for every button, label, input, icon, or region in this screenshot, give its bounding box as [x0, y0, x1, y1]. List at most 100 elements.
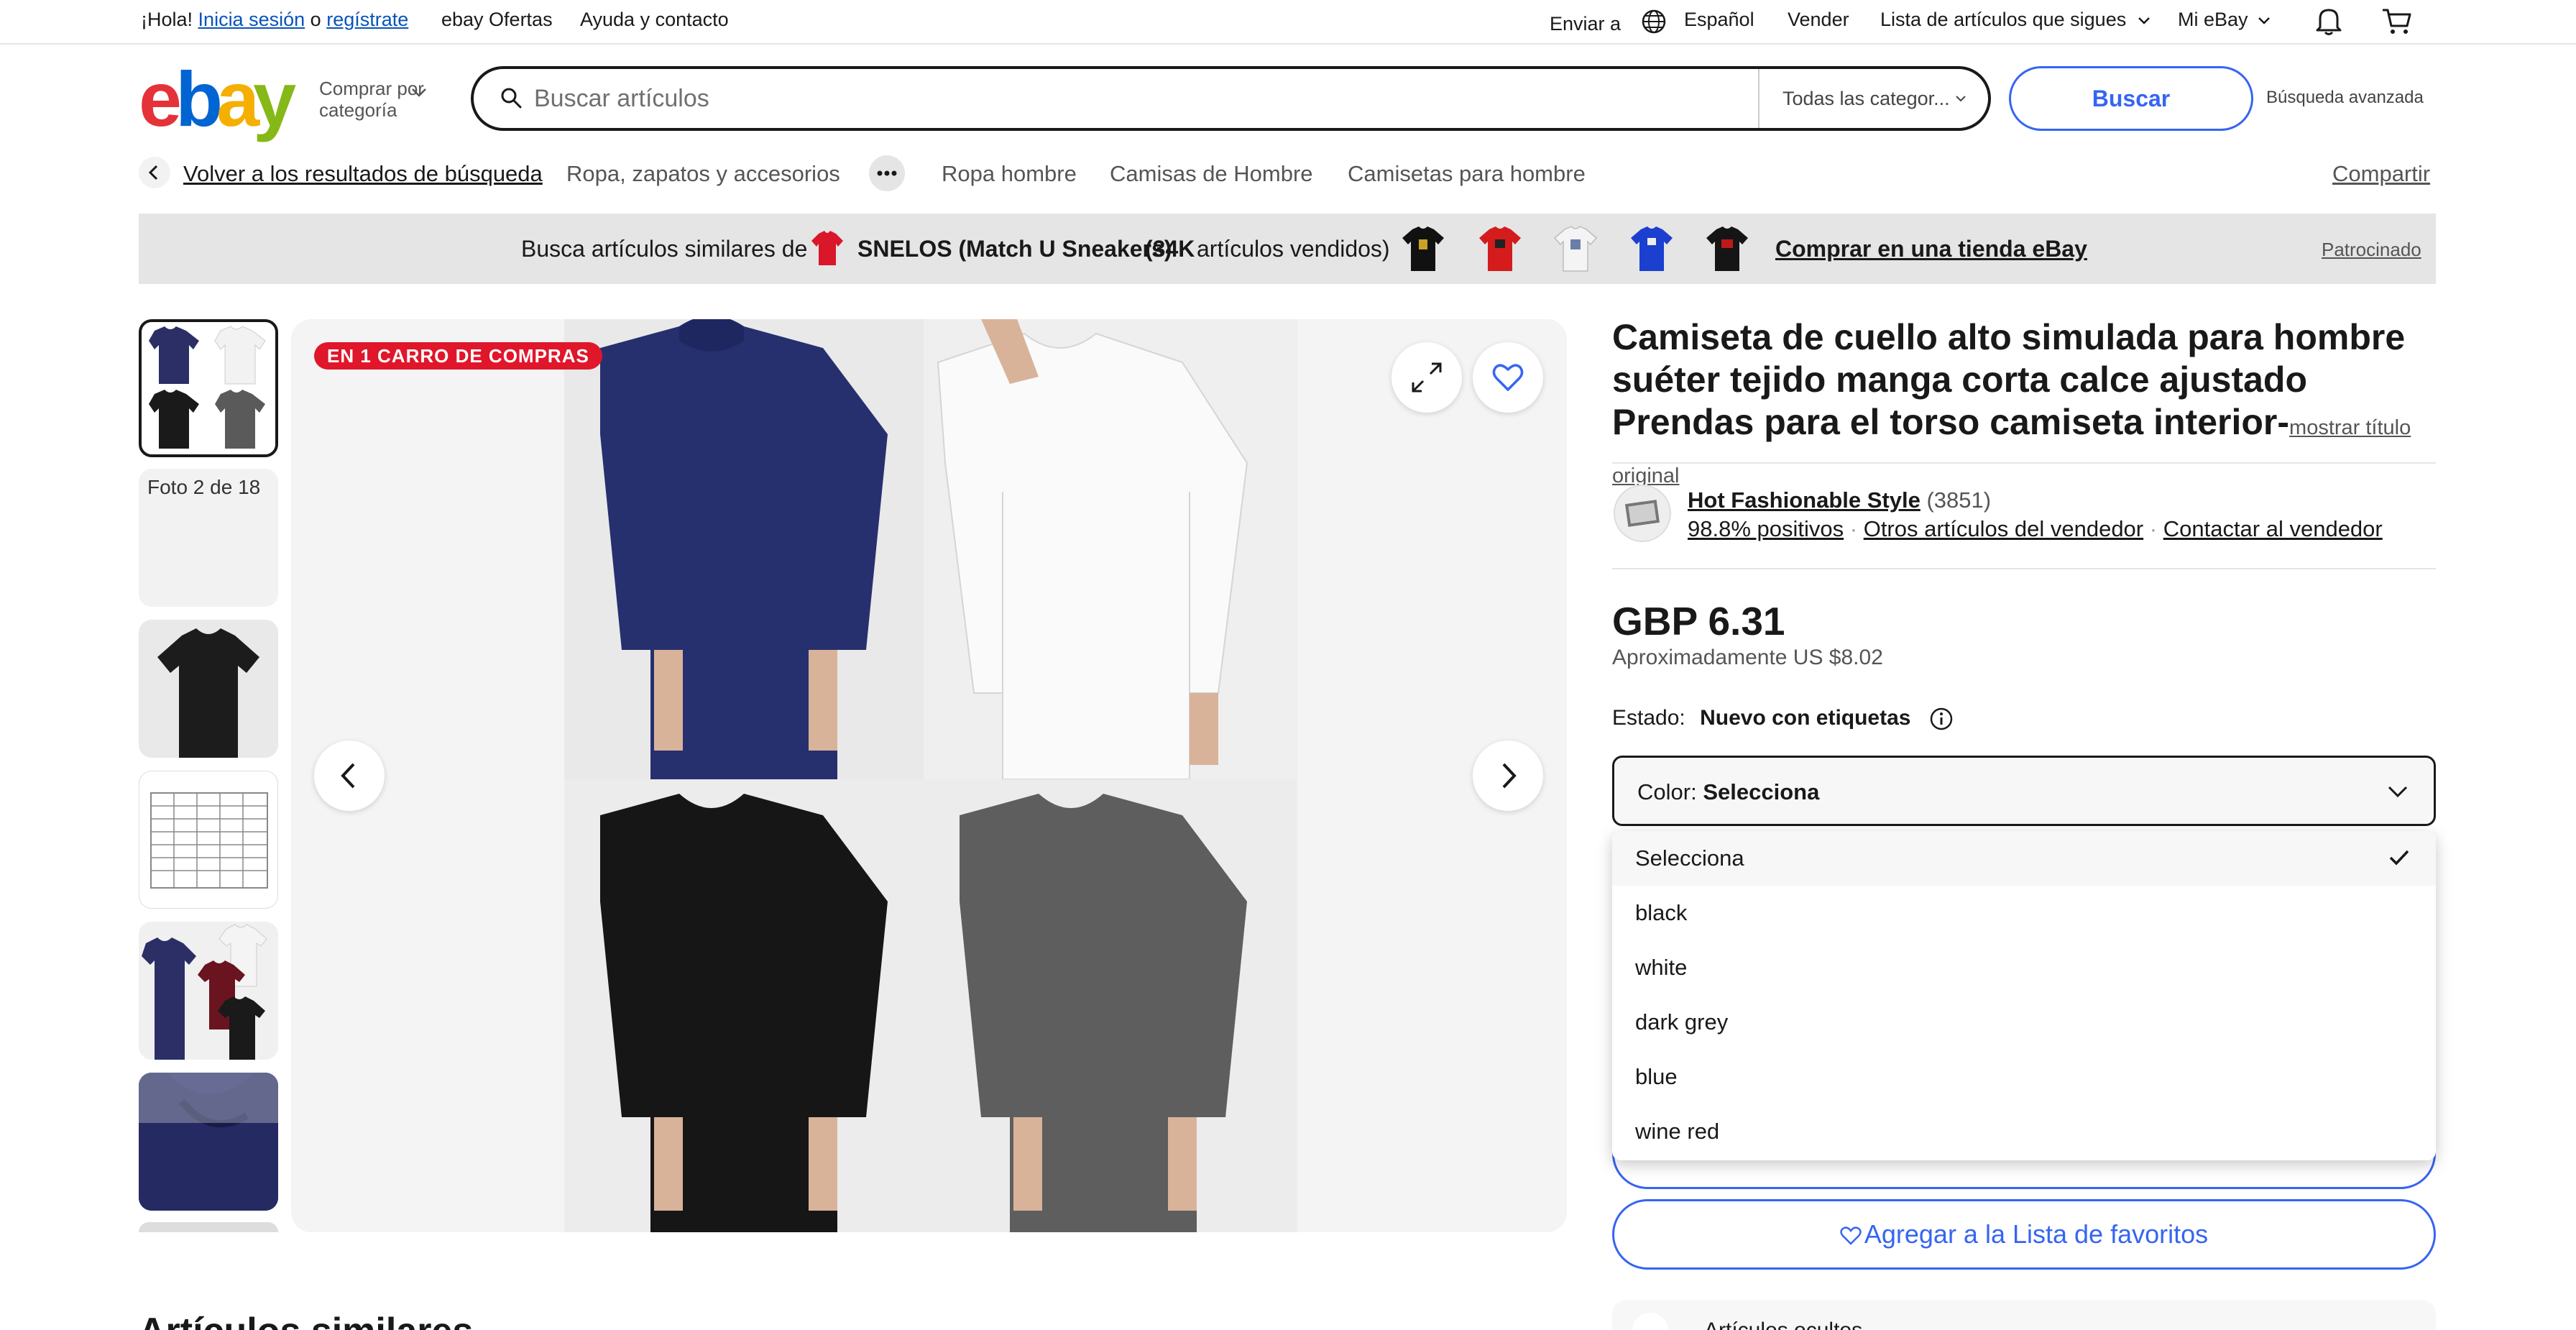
price: GBP 6.31 — [1612, 599, 1785, 643]
color-option-label: blue — [1635, 1064, 1678, 1089]
product-thumb-blue-shirt[interactable] — [1625, 222, 1678, 275]
divider — [1612, 568, 2436, 569]
search-button[interactable]: Buscar — [2009, 66, 2253, 131]
ship-to-link[interactable]: Enviar a — [1550, 13, 1621, 35]
product-thumb-red-shirt[interactable] — [1473, 222, 1527, 275]
contact-seller-link[interactable]: Contactar al vendedor — [2163, 516, 2383, 541]
color-option-black[interactable]: black — [1612, 886, 2436, 940]
color-option-white[interactable]: white — [1612, 940, 2436, 995]
color-option-blue[interactable]: blue — [1612, 1050, 2436, 1104]
chevron-down-icon — [2258, 17, 2271, 25]
share-link[interactable]: Compartir — [2332, 161, 2430, 187]
sponsored-label[interactable]: Patrocinado — [2322, 239, 2421, 261]
similar-items-heading: Artículos similares — [139, 1310, 473, 1330]
photo-counter: Foto 2 de 18 — [147, 476, 261, 498]
main-product-image[interactable]: EN 1 CARRO DE COMPRAS — [291, 319, 1567, 1232]
condition-value: Nuevo con etiquetas — [1700, 706, 1911, 730]
logo-letter-b: b — [175, 55, 223, 142]
top-bar: ¡Hola! Inicia sesión o regístrate ebay O… — [0, 0, 2576, 45]
in-cart-badge: EN 1 CARRO DE COMPRAS — [314, 342, 602, 370]
bell-icon[interactable] — [2314, 6, 2343, 36]
sell-link[interactable]: Vender — [1788, 9, 1849, 31]
back-arrow-icon[interactable] — [139, 157, 170, 188]
sold-count: (34K — [1145, 236, 1195, 262]
separator-dot: · — [2149, 516, 2158, 541]
heart-icon[interactable] — [1473, 342, 1543, 413]
watchlist-link[interactable]: Lista de artículos que sigues — [1880, 9, 2150, 31]
condition-label: Estado: — [1612, 706, 1685, 730]
store-name-link[interactable]: SNELOS (Match U Sneakers) — [857, 236, 1172, 262]
breadcrumb: Volver a los resultados de búsqueda Ropa… — [139, 155, 2439, 191]
shop-store-link[interactable]: Comprar en una tienda eBay — [1775, 236, 2087, 262]
seller-other-items-link[interactable]: Otros artículos del vendedor — [1864, 516, 2143, 541]
globe-icon[interactable] — [1641, 9, 1667, 35]
breadcrumb-item-tshirts[interactable]: Camisetas para hombre — [1348, 161, 1586, 187]
product-thumb-black-shirt[interactable] — [1397, 222, 1450, 275]
or-text: o — [310, 9, 321, 30]
shop-by-line2: categoría — [319, 99, 397, 121]
chevron-down-icon — [1955, 95, 1966, 102]
ebay-logo[interactable]: ebay — [139, 55, 311, 142]
cart-icon[interactable] — [2381, 7, 2413, 36]
color-value: Selecciona — [1703, 779, 1820, 804]
previous-image-button[interactable] — [314, 740, 385, 811]
seller-info: Hot Fashionable Style (3851) — [1688, 487, 1991, 513]
thumbnail-5[interactable] — [139, 922, 278, 1060]
color-option-label: wine red — [1635, 1119, 1720, 1144]
color-option-label: white — [1635, 955, 1688, 980]
more-dots-icon[interactable] — [869, 155, 905, 191]
seller-links: 98.8% positivos · Otros artículos del ve… — [1688, 516, 2383, 542]
info-icon[interactable] — [1928, 706, 1954, 732]
color-option-selecciona[interactable]: Selecciona — [1612, 831, 2436, 886]
logo-letter-e: e — [139, 55, 182, 142]
category-select-label: Todas las categor... — [1782, 88, 1950, 109]
seller-avatar[interactable] — [1614, 485, 1671, 542]
sponsored-store-banner: Busca artículos similares de SNELOS (Mat… — [139, 214, 2436, 284]
color-select-label: Color: Selecciona — [1637, 779, 1819, 805]
chevron-down-icon — [2138, 17, 2150, 25]
shop-by-category-button[interactable]: Comprar por categoría — [319, 78, 426, 121]
breadcrumb-item-clothing[interactable]: Ropa, zapatos y accesorios — [566, 161, 840, 187]
advanced-search-link[interactable]: Búsqueda avanzada — [2266, 88, 2424, 108]
color-option-wine-red[interactable]: wine red — [1612, 1104, 2436, 1159]
category-select[interactable]: Todas las categor... — [1758, 69, 1988, 128]
heart-icon — [1840, 1226, 1862, 1246]
expand-icon[interactable] — [1392, 342, 1462, 413]
my-ebay-link[interactable]: Mi eBay — [2178, 9, 2271, 31]
divider — [1612, 462, 2436, 464]
thumbnail-7-partial[interactable] — [139, 1222, 278, 1232]
register-link[interactable]: regístrate — [326, 9, 408, 30]
condition-row: Estado: Nuevo con etiquetas — [1612, 706, 1954, 732]
product-title: Camiseta de cuello alto simulada para ho… — [1612, 316, 2439, 497]
shipping-icon — [1632, 1313, 1668, 1330]
search-bar: Todas las categor... — [471, 66, 1991, 131]
search-input[interactable] — [534, 81, 1670, 116]
seller-feedback-count: (3851) — [1926, 487, 1992, 513]
language-link[interactable]: Español — [1684, 9, 1754, 31]
logo-letter-y: y — [253, 55, 296, 142]
product-title-text: Camiseta de cuello alto simulada para ho… — [1612, 317, 2406, 442]
back-to-results-link[interactable]: Volver a los resultados de búsqueda — [183, 161, 543, 187]
deals-link[interactable]: ebay Ofertas — [441, 9, 553, 31]
next-image-button[interactable] — [1473, 740, 1543, 811]
signin-link[interactable]: Inicia sesión — [198, 9, 305, 30]
product-thumb-black-red-shirt[interactable] — [1701, 222, 1754, 275]
thumbnail-1-selected[interactable] — [139, 319, 278, 457]
thumbnail-6[interactable] — [139, 1073, 278, 1211]
approx-price: Aproximadamente US $8.02 — [1612, 646, 1883, 669]
help-link[interactable]: Ayuda y contacto — [580, 9, 729, 31]
search-icon — [500, 86, 523, 109]
breadcrumb-item-men[interactable]: Ropa hombre — [942, 161, 1077, 187]
shipping-text: Artículos ocultos — [1704, 1318, 1862, 1330]
color-option-label: black — [1635, 900, 1688, 925]
positive-feedback-link[interactable]: 98.8% positivos — [1688, 516, 1844, 541]
color-select[interactable]: Color: Selecciona — [1612, 756, 2436, 826]
breadcrumb-item-shirts[interactable]: Camisas de Hombre — [1110, 161, 1313, 187]
thumbnail-4-size-chart[interactable] — [139, 771, 278, 909]
seller-name-link[interactable]: Hot Fashionable Style — [1688, 487, 1920, 513]
color-option-dark-grey[interactable]: dark grey — [1612, 995, 2436, 1050]
add-to-watchlist-button[interactable]: Agregar a la Lista de favoritos — [1612, 1199, 2436, 1270]
product-thumb-white-shirt[interactable] — [1549, 222, 1602, 275]
separator-dot: · — [1849, 516, 1858, 541]
thumbnail-3[interactable] — [139, 620, 278, 758]
